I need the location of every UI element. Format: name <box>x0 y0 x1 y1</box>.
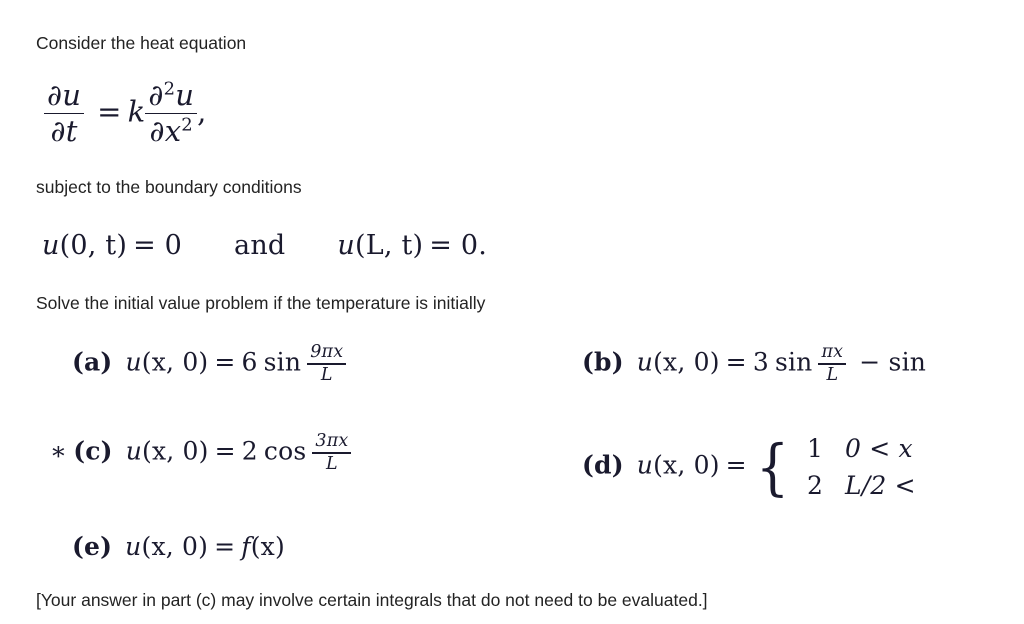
part-b-function: u <box>636 347 654 377</box>
part-e-arguments: (x, 0) <box>141 532 209 561</box>
part-b-operator: sin <box>774 347 813 377</box>
footnote-text: [Your answer in part (c) may involve cer… <box>36 590 708 610</box>
part-d-case-1-condition: 0 < x <box>845 434 913 463</box>
part-a-function: u <box>125 347 142 377</box>
boundary-lead-in: subject to the boundary conditions <box>36 177 302 197</box>
part-d-case-1-value: 1 <box>806 434 824 463</box>
problem-page: Consider the heat equation ∂u ∂t = k ∂2u … <box>0 0 1024 624</box>
part-b-fraction: πx L <box>818 342 847 386</box>
part-b-fraction-denominator: L <box>826 365 839 386</box>
part-c-equals: = <box>214 436 236 466</box>
part-c: ∗ (c) u(x, 0) = 2 cos 3πx L <box>50 431 352 475</box>
part-e: (e) u(x, 0) = f(x) <box>72 532 285 561</box>
part-c-star-marker: ∗ <box>50 436 68 466</box>
part-c-label: (c) <box>73 436 113 466</box>
part-e-rhs-function: f <box>241 532 251 561</box>
pde-rhs-denominator: ∂x2 <box>145 113 197 148</box>
pde-rhs-fraction: ∂2u ∂x2 <box>145 78 198 148</box>
pde-rhs-order: 2 <box>163 78 176 100</box>
part-c-arguments: (x, 0) <box>142 436 209 466</box>
part-b: (b) u(x, 0) = 3 sin πx L − sin <box>582 343 926 385</box>
part-c-operator: cos <box>263 436 307 466</box>
part-c-fraction-numerator: 3πx <box>315 431 349 451</box>
pde-rhs-numerator: ∂2u <box>145 78 197 112</box>
part-e-rhs-arguments: (x) <box>250 532 285 561</box>
part-d-piecewise-brace: { <box>755 432 790 504</box>
part-b-coefficient: 3 <box>752 347 769 377</box>
part-c-fraction: 3πx L <box>312 431 352 475</box>
part-a-coefficient: 6 <box>241 347 258 377</box>
part-a-fraction-numerator: 9πx <box>310 342 344 362</box>
part-a: (a) u(x, 0) = 6 sin 9πx L <box>72 342 347 386</box>
bc-left-function: u <box>42 230 60 261</box>
pde-lhs-numerator: ∂u <box>47 78 82 112</box>
part-a-arguments: (x, 0) <box>141 347 209 377</box>
pde-coefficient: k <box>127 94 146 129</box>
part-e-function: u <box>125 532 142 561</box>
pde-equals: = <box>97 94 122 129</box>
part-d-label: (d) <box>582 450 624 480</box>
part-b-equals: = <box>725 347 747 377</box>
intro-text: Consider the heat equation <box>36 33 247 53</box>
part-c-function: u <box>125 436 142 466</box>
part-e-equals: = <box>214 532 236 561</box>
pde-den-order: 2 <box>181 114 193 136</box>
pde-rhs-var: u <box>175 78 195 112</box>
part-b-arguments: (x, 0) <box>653 347 720 377</box>
part-b-fraction-numerator: πx <box>821 342 844 362</box>
part-a-operator: sin <box>263 347 302 377</box>
bc-right-equals-zero: = 0. <box>429 230 488 261</box>
part-b-label: (b) <box>582 347 624 377</box>
part-e-label: (e) <box>72 532 113 561</box>
part-d-case-2-value: 2 <box>806 471 824 500</box>
pde-lhs-denominator: ∂t <box>50 113 78 148</box>
part-d-equals: = <box>725 450 747 480</box>
part-d-function: u <box>636 450 654 480</box>
solve-instruction: Solve the initial value problem if the t… <box>36 293 486 313</box>
pde-comma: , <box>197 94 207 129</box>
heat-equation: ∂u ∂t = k ∂2u ∂x2 , <box>44 78 207 148</box>
part-d-arguments: (x, 0) <box>653 450 720 480</box>
part-a-label: (a) <box>72 347 113 377</box>
pde-rhs-partial: ∂ <box>148 78 164 112</box>
part-c-fraction-denominator: L <box>326 454 338 475</box>
pde-lhs-fraction: ∂u ∂t <box>44 78 85 148</box>
bc-right-function: u <box>337 230 356 261</box>
bc-conjunction: and <box>234 230 286 261</box>
part-a-fraction: 9πx L <box>307 342 347 386</box>
pde-den-var: x <box>164 113 182 148</box>
pde-den-partial: ∂ <box>149 113 165 148</box>
bc-left-arguments: (0, t) <box>59 230 128 261</box>
part-d-case-2-condition: L/2 < <box>845 471 916 500</box>
part-d-cases: 1 0 < x 2 L/2 < <box>798 430 916 504</box>
part-a-equals: = <box>214 347 236 377</box>
bc-left-equals-zero: = 0 <box>133 230 183 261</box>
bc-right-arguments: (L, t) <box>355 230 424 261</box>
part-a-fraction-denominator: L <box>320 365 333 386</box>
part-d-case-row-1: 1 0 < x <box>798 430 916 467</box>
part-d: (d) u(x, 0) = { 1 0 < x 2 L/2 < <box>582 430 916 504</box>
part-d-case-row-2: 2 L/2 < <box>798 467 916 504</box>
boundary-conditions: u(0, t) = 0 and u(L, t) = 0. <box>42 230 487 261</box>
part-b-truncated-tail: − sin <box>859 347 927 377</box>
part-c-coefficient: 2 <box>241 436 258 466</box>
